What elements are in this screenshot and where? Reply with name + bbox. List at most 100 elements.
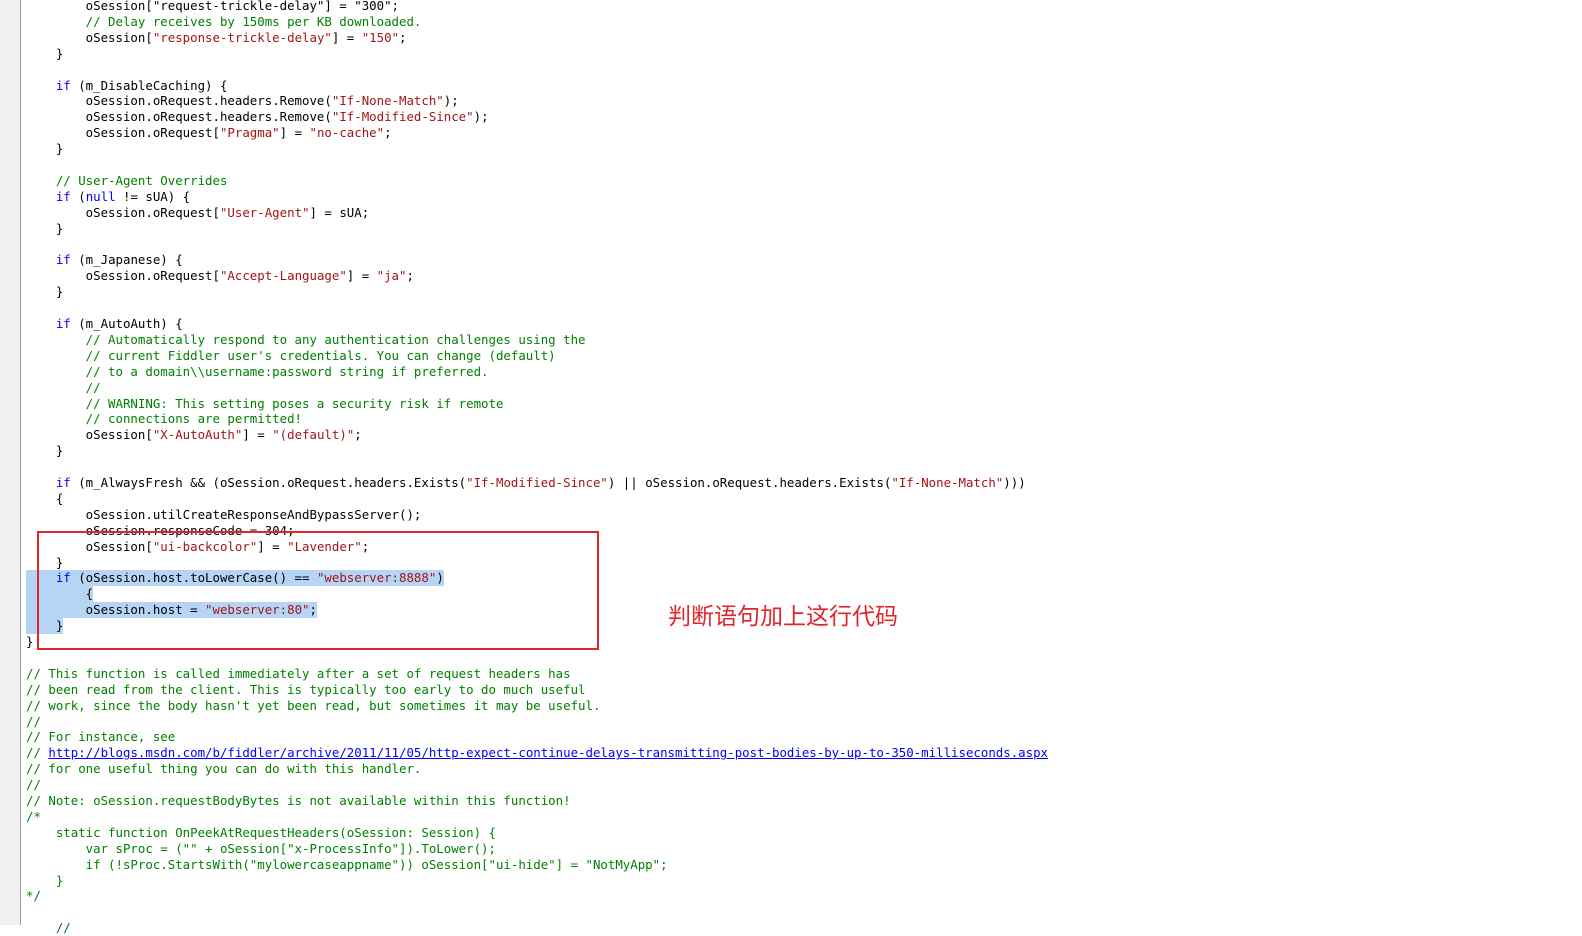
code-token: "Pragma" [219,125,280,141]
code-line[interactable]: // Note: oSession.requestBodyBytes is no… [26,793,571,809]
code-line[interactable]: // [26,920,71,936]
code-line[interactable]: // WARNING: This setting poses a securit… [26,396,504,412]
code-token: (m_AlwaysFresh && (oSession.oRequest.hea… [70,475,467,490]
code-token: ; [406,268,414,284]
code-token: // work, since the body hasn't yet been … [26,697,601,713]
code-line[interactable]: // current Fiddler user's credentials. Y… [26,348,556,364]
code-token: oSession[ [26,29,153,45]
code-token: // connections are permitted! [26,411,303,427]
code-line[interactable]: if (!sProc.StartsWith("mylowercaseappnam… [26,857,668,873]
code-line[interactable]: // Delay receives by 150ms per KB downlo… [26,14,422,30]
code-token: } [26,443,64,459]
code-token: } [26,45,64,61]
code-token: "Accept-Language" [219,268,347,284]
code-token: ))) [1003,475,1026,490]
code-line[interactable]: if (m_AutoAuth) { [26,316,183,332]
code-token: (m_Japanese) { [70,252,183,268]
code-line[interactable]: { [26,491,63,507]
code-token: var sProc = ("" + oSession["x-ProcessInf… [26,840,496,856]
code-token: oSession.oRequest.headers.Remove( [26,109,332,125]
code-token: // For instance, see [26,729,176,745]
code-token: ] = [242,427,273,443]
code-line[interactable]: */ [26,888,41,904]
code-token: // current Fiddler user's credentials. Y… [26,347,556,363]
code-token: } [26,284,64,300]
code-token: "ja" [376,268,407,284]
code-line[interactable]: oSession["request-trickle-delay"] = "300… [26,0,399,14]
code-line[interactable]: oSession.oRequest.headers.Remove("If-Non… [26,93,459,109]
code-line[interactable]: // connections are permitted! [26,411,302,427]
code-line[interactable]: oSession["X-AutoAuth"] = "(default)"; [26,427,362,443]
code-line[interactable]: /* [26,809,41,825]
code-line[interactable]: // [26,714,41,730]
code-line[interactable]: if (m_Japanese) { [26,252,183,268]
code-line[interactable]: // to a domain\\username:password string… [26,364,489,380]
code-token: != sUA) { [115,188,191,204]
code-token: ] = sUA; [309,204,370,220]
code-token: } [26,141,64,157]
editor-gutter [0,0,21,925]
code-token: ) || oSession.oRequest.headers.Exists( [607,475,892,490]
code-token: oSession.oRequest[ [26,204,220,220]
code-line[interactable]: if (m_DisableCaching) { [26,77,228,94]
code-token: // for one useful thing you can do with … [26,761,422,777]
code-token: "If-None-Match" [331,93,444,109]
code-line[interactable]: // been read from the client. This is ty… [26,682,586,698]
code-line[interactable]: oSession.oRequest["Accept-Language"] = "… [26,268,414,284]
code-line[interactable]: oSession.oRequest.headers.Remove("If-Mod… [26,109,489,125]
code-line[interactable]: if (null != sUA) { [26,189,190,205]
code-token: oSession.oRequest[ [26,268,220,284]
code-token: // User-Agent Overrides [26,172,228,188]
code-line[interactable]: oSession.oRequest["User-Agent"] = sUA; [26,204,370,221]
code-line[interactable]: // [26,380,101,396]
code-line[interactable]: // [26,777,41,793]
code-line[interactable]: oSession.oRequest["Pragma"] = "no-cache"… [26,125,392,141]
code-line[interactable]: } [26,141,63,157]
code-token: if [26,77,71,93]
code-line[interactable]: // for one useful thing you can do with … [26,761,421,777]
code-line[interactable]: // work, since the body hasn't yet been … [26,698,600,714]
code-token: "If-Modified-Since" [331,109,474,125]
code-line[interactable]: static function OnPeekAtRequestHeaders(o… [26,825,496,841]
code-token: // [26,713,41,729]
code-token: // Note: oSession.requestBodyBytes is no… [26,793,571,808]
code-token: oSession.utilCreateResponseAndBypassServ… [26,506,422,522]
code-line[interactable]: } [26,284,63,300]
code-line[interactable]: // User-Agent Overrides [26,172,228,189]
code-editor[interactable]: oSession["request-trickle-delay"] = "300… [26,0,1582,935]
code-token: "no-cache" [309,125,385,141]
code-line[interactable]: if (m_AlwaysFresh && (oSession.oRequest.… [26,475,1026,491]
code-line[interactable]: // This function is called immediately a… [26,666,571,682]
code-line[interactable]: } [26,443,63,459]
code-line[interactable]: oSession["response-trickle-delay"] = "15… [26,30,407,46]
code-line[interactable]: // Automatically respond to any authenti… [26,332,586,348]
code-line[interactable]: } [26,221,63,237]
code-token: // [26,745,49,761]
code-line[interactable]: // For instance, see [26,729,175,745]
code-token: ( [70,188,86,204]
code-token: static function OnPeekAtRequestHeaders(o… [26,824,496,840]
code-token: { [26,490,64,506]
code-line[interactable]: var sProc = ("" + oSession["x-ProcessInf… [26,841,496,857]
code-token: // [26,920,71,936]
code-token: oSession["request-trickle-delay"] = "300… [26,0,399,13]
code-token: } [26,220,64,236]
code-token: // This function is called immediately a… [26,665,571,681]
code-line[interactable]: } [26,873,63,889]
code-line[interactable]: oSession.utilCreateResponseAndBypassServ… [26,506,422,523]
code-token: if [26,252,71,268]
code-token: (m_DisableCaching) { [70,77,228,93]
code-token: ; [399,29,407,45]
code-token: oSession.oRequest.headers.Remove( [26,93,332,109]
code-link[interactable]: http://blogs.msdn.com/b/fiddler/archive/… [48,745,1048,760]
code-line[interactable]: } [26,634,33,650]
code-token: // [26,379,101,395]
code-token: // been read from the client. This is ty… [26,681,586,697]
code-token: if [26,475,71,490]
code-token: "response-trickle-delay" [152,29,332,45]
code-line[interactable]: // http://blogs.msdn.com/b/fiddler/archi… [26,745,1048,761]
code-token: if [26,188,71,204]
code-token: "If-None-Match" [891,475,1004,490]
code-token: oSession[ [26,427,153,443]
code-line[interactable]: } [26,46,63,62]
